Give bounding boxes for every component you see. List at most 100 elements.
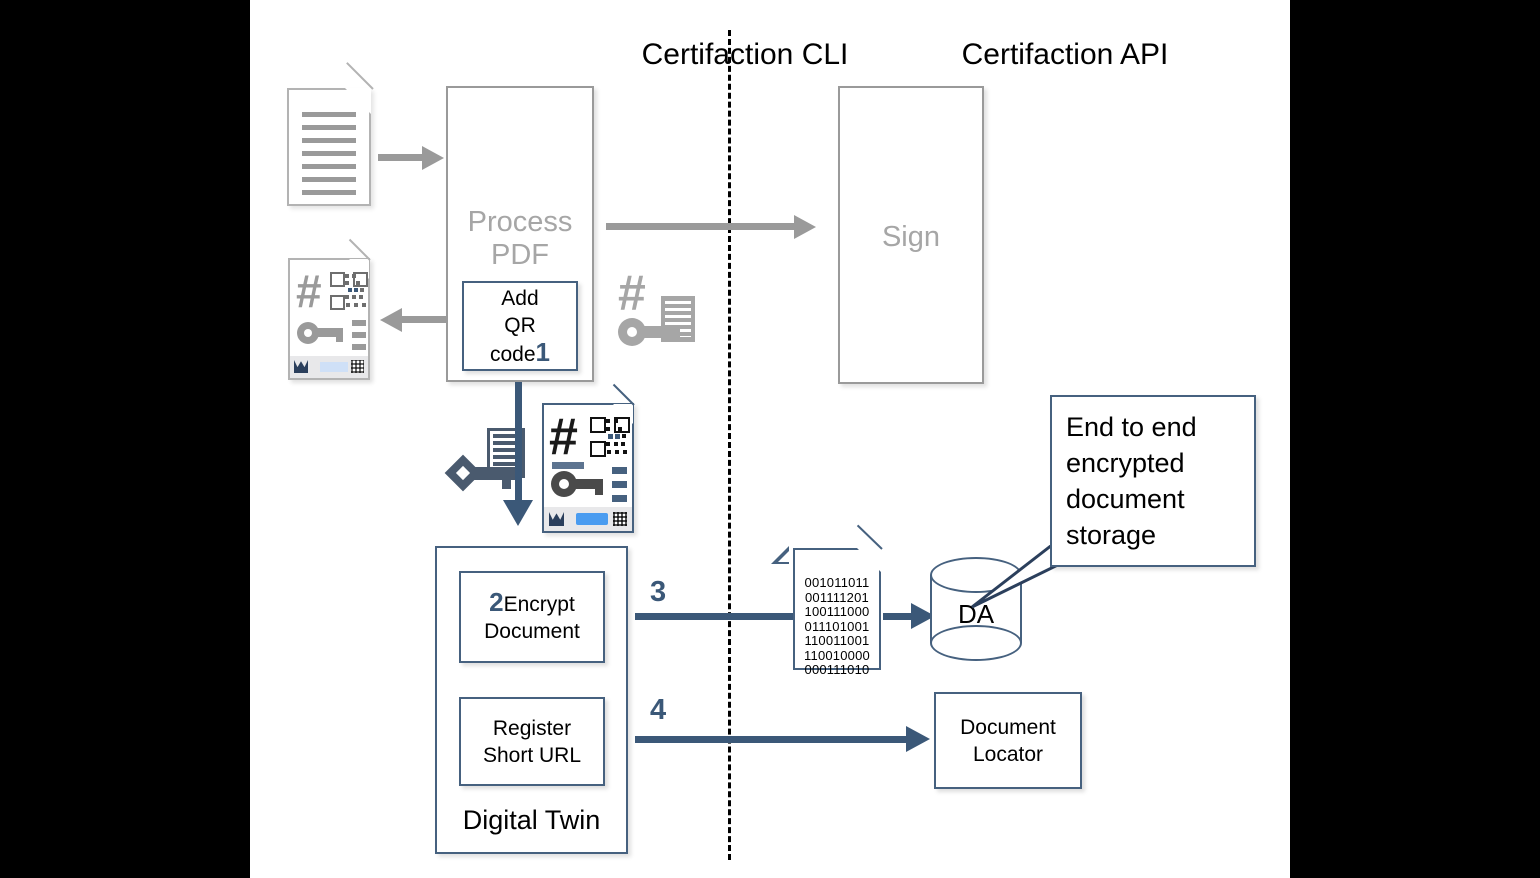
document-detail-line <box>352 344 366 350</box>
callout-line2: encrypted <box>1066 448 1185 478</box>
lane-title-api: Certifaction API <box>961 38 1169 71</box>
process-pdf-label-line1: Process <box>467 206 573 238</box>
key-tooth <box>595 487 603 495</box>
arrow-document-to-process-head <box>422 146 444 170</box>
footer-qr-icon <box>613 512 627 526</box>
add-qr-line2: QR <box>504 313 536 337</box>
qr-code-icon <box>330 272 368 310</box>
encrypt-document-box[interactable]: 2Encrypt Document <box>459 571 605 663</box>
hash-underline <box>552 462 584 469</box>
sign-box[interactable]: Sign <box>838 86 984 384</box>
binary-row: 110011001 <box>804 633 870 648</box>
document-detail-line <box>612 495 627 502</box>
qr-module <box>623 450 627 454</box>
register-line2: Short URL <box>482 743 582 767</box>
document-detail-line <box>612 481 627 488</box>
arrow-document-to-process <box>378 154 426 161</box>
footer-highlight-bar <box>320 362 348 372</box>
sign-label: Sign <box>881 221 941 253</box>
qr-module <box>352 274 356 278</box>
selection-corner-marker-inner <box>778 549 791 562</box>
digital-twin-label: Digital Twin <box>462 805 601 835</box>
key-icon <box>551 471 603 497</box>
qr-module <box>345 281 349 285</box>
document-text-line <box>302 125 356 130</box>
binary-row: 001011011 <box>804 575 870 590</box>
arrow-register-to-locator <box>635 736 910 743</box>
letterbox-right <box>1290 0 1540 878</box>
document-text-line <box>302 151 356 156</box>
document-locator-label: Document Locator <box>960 714 1056 768</box>
qr-module <box>606 427 610 431</box>
arrow-register-to-locator-head <box>906 726 930 752</box>
document-locator-line2: Locator <box>972 742 1044 766</box>
document-text-line <box>302 138 356 143</box>
add-qr-line3: code <box>489 342 536 366</box>
arrow-qr-to-document <box>402 316 446 323</box>
diagram-canvas: Certifaction CLI Certifaction API Proces… <box>250 0 1290 878</box>
qr-code-icon <box>590 417 630 457</box>
callout-line1: End to end <box>1066 412 1197 442</box>
process-pdf-label-line2: PDF <box>491 239 549 271</box>
arrow-process-to-sign-head <box>794 215 816 239</box>
arrow-qr-to-document-head <box>380 308 402 332</box>
register-short-url-label: Register Short URL <box>483 715 581 769</box>
callout-box: End to end encrypted document storage <box>1050 395 1256 567</box>
document-detail-line <box>352 332 366 338</box>
signed-document-qr-icon-large: # <box>542 383 635 533</box>
qr-module <box>346 303 350 307</box>
arrow-process-to-sign <box>606 223 798 230</box>
document-footer-bar <box>544 507 632 531</box>
signed-document-fold-line <box>348 238 371 261</box>
signed-document-fold-line <box>612 383 635 406</box>
document-detail-line <box>352 320 366 326</box>
add-qr-line1: Add <box>501 286 539 310</box>
register-line1: Register <box>492 716 572 740</box>
callout-text: End to end encrypted document storage <box>1066 409 1240 553</box>
key-icon <box>444 454 516 492</box>
signature-mark-icon <box>549 512 564 526</box>
qr-module <box>345 295 349 299</box>
key-head-hole <box>304 329 312 337</box>
qr-module <box>622 434 626 438</box>
encrypt-line2: Document <box>484 620 580 643</box>
callout-line3: document <box>1066 484 1185 514</box>
qr-module <box>354 288 358 292</box>
binary-row: 001111201 <box>805 589 869 605</box>
add-qr-code-box[interactable]: Add QR code1 <box>462 281 578 371</box>
signature-mark-icon <box>294 360 308 373</box>
qr-module <box>615 450 619 454</box>
qr-module <box>354 303 358 307</box>
screenshot-stage: Certifaction CLI Certifaction API Proces… <box>0 0 1540 878</box>
qr-finder <box>590 417 606 433</box>
hash-icon: # <box>296 265 322 317</box>
document-locator-line1: Document <box>960 715 1056 739</box>
signed-document-qr-icon-small: # <box>288 238 371 380</box>
qr-module <box>618 427 622 431</box>
qr-finder <box>330 272 345 287</box>
qr-module <box>614 442 618 446</box>
letterbox-left <box>0 0 250 878</box>
qr-module <box>615 434 620 439</box>
hash-key-document-icon-gray: # <box>618 268 702 348</box>
footer-qr-icon <box>351 360 364 373</box>
document-locator-box[interactable]: Document Locator <box>934 692 1082 789</box>
binary-row: 000111010 <box>804 662 870 677</box>
arrow-label-3: 3 <box>650 576 667 608</box>
register-short-url-box[interactable]: Register Short URL <box>459 697 605 786</box>
binary-content: 001011011 001111201 100111000 011101001 1100… <box>795 575 879 678</box>
document-text-line <box>302 112 356 117</box>
arrow-label-4: 4 <box>650 694 667 726</box>
qr-finder <box>590 441 606 457</box>
selection-corner-marker <box>771 546 791 564</box>
document-text-line <box>302 177 356 182</box>
document-footer-bar <box>290 356 368 378</box>
qr-module <box>360 288 364 292</box>
encrypt-document-label: 2Encrypt Document <box>484 589 580 645</box>
qr-module <box>614 419 618 423</box>
arrow-process-to-twin-head <box>503 500 533 526</box>
arrow-encrypt-to-storage <box>635 613 793 620</box>
hash-icon: # <box>618 265 646 321</box>
arrow-process-to-twin <box>515 382 522 506</box>
database-bottom-ellipse <box>930 625 1022 661</box>
